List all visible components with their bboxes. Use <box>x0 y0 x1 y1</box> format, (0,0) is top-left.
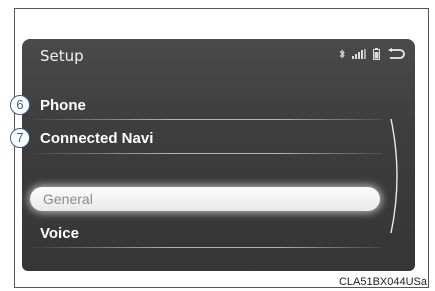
scrollbar[interactable] <box>389 117 403 239</box>
signal-icon <box>352 49 366 59</box>
bluetooth-icon <box>339 49 345 59</box>
back-icon[interactable] <box>387 48 405 60</box>
divider <box>32 247 382 248</box>
manual-figure: Setup Phone Connected Navi General Voice… <box>0 0 435 291</box>
menu-item-phone[interactable]: Phone <box>40 97 86 114</box>
menu-item-label: General <box>43 191 93 207</box>
divider <box>32 153 382 154</box>
menu-item-voice[interactable]: Voice <box>40 225 79 242</box>
figure-code: CLA51BX044USa <box>338 276 427 288</box>
battery-icon <box>373 48 380 60</box>
callout-6: 6 <box>10 95 30 115</box>
menu-item-general[interactable]: General <box>30 187 380 211</box>
screen-title: Setup <box>40 47 84 65</box>
status-bar <box>339 48 405 60</box>
callout-7: 7 <box>10 128 30 148</box>
setup-screen: Setup Phone Connected Navi General Voice <box>22 39 415 271</box>
divider <box>32 119 382 120</box>
menu-item-connected-navi[interactable]: Connected Navi <box>40 130 153 147</box>
